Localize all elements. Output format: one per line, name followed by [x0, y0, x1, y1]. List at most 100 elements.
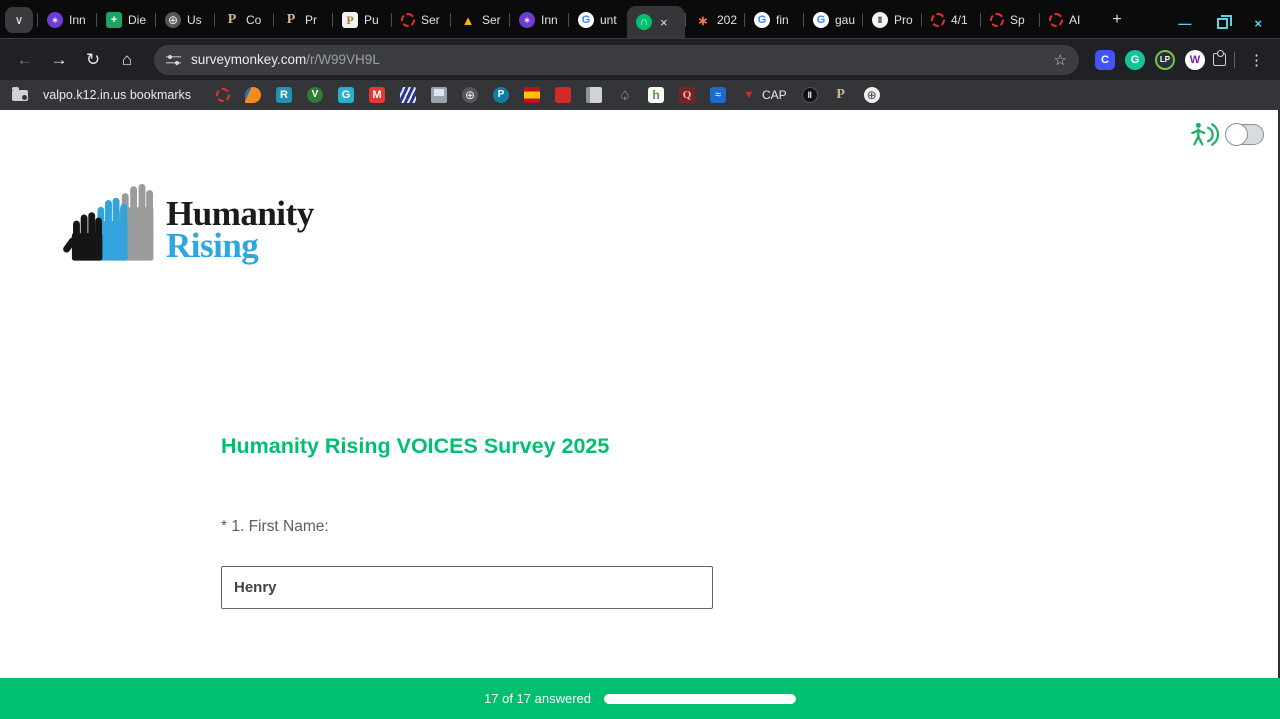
browser-tab[interactable]: G fin — [744, 7, 803, 33]
browser-tab[interactable]: ∗ 202 — [685, 7, 744, 33]
tab-favicon: ∗ — [519, 12, 535, 28]
browser-tab[interactable]: + Die — [96, 7, 155, 33]
browser-tab[interactable]: ▲ Ser — [450, 7, 509, 33]
tab-favicon: ∗ — [47, 12, 63, 28]
tab-favicon: + — [106, 12, 122, 28]
accessibility-toggle[interactable] — [1225, 122, 1264, 146]
tab-title: Us — [187, 13, 202, 27]
bookmark-item[interactable] — [524, 87, 540, 103]
extensions-puzzle-icon[interactable] — [1213, 50, 1226, 66]
accessibility-person-icon — [1191, 122, 1219, 146]
bookmark-item[interactable]: ≈ — [710, 87, 726, 103]
tab-favicon — [1049, 13, 1063, 27]
bookmark-favicon — [524, 87, 540, 103]
bookmark-item[interactable]: Q — [679, 87, 695, 103]
browser-tab[interactable]: 4/1 — [921, 7, 980, 33]
bookmark-item[interactable] — [586, 87, 602, 103]
bookmark-item[interactable]: ▼ CAP — [741, 87, 787, 103]
tab-search-button[interactable]: ∨ — [5, 7, 33, 33]
browser-tab[interactable]: P Pr — [273, 7, 332, 33]
bookmark-favicon: ♤ — [619, 87, 631, 103]
browser-tab[interactable]: G unt — [568, 7, 627, 33]
question-label: * 1. First Name: — [221, 518, 329, 535]
bookmark-favicon: ≈ — [710, 87, 726, 103]
minimize-window-icon[interactable]: — — [1178, 17, 1191, 30]
toggle-knob[interactable] — [1225, 122, 1248, 146]
bookmark-item[interactable] — [400, 87, 416, 103]
bookmark-item[interactable]: ♤ — [617, 87, 633, 103]
site-settings-icon[interactable] — [166, 52, 181, 67]
bookmarks-bar: valpo.k12.in.us bookmarks R V G M ⊕ P ♤ … — [0, 80, 1280, 110]
forward-icon[interactable]: → — [44, 45, 74, 75]
browser-tab[interactable]: Ser — [391, 7, 450, 33]
browser-tab[interactable]: AI — [1039, 7, 1098, 33]
surveymonkey-favicon: ∩ — [636, 14, 652, 30]
bookmark-item[interactable]: G — [338, 87, 354, 103]
tab-title: Pr — [305, 13, 317, 27]
bookmark-label: CAP — [762, 88, 787, 102]
bookmark-item[interactable]: P — [493, 87, 509, 103]
bookmark-item[interactable]: h — [648, 87, 664, 103]
browser-tab[interactable]: Sp — [980, 7, 1039, 33]
tabs-after-active: ∗ 202 G fin G gau ‖ Pro 4/1 Sp AI — [685, 0, 1098, 38]
url-text[interactable]: surveymonkey.com/r/W99VH9L — [191, 52, 380, 67]
managed-bookmarks-label[interactable]: valpo.k12.in.us bookmarks — [43, 88, 191, 102]
browser-tab[interactable]: P Pu — [332, 7, 391, 33]
bookmark-item[interactable]: ‖ — [801, 87, 818, 103]
home-icon[interactable]: ⌂ — [112, 45, 142, 75]
tab-favicon: ‖ — [872, 12, 888, 28]
bookmark-favicon: R — [276, 87, 292, 103]
tab-title: Ser — [482, 13, 501, 27]
bookmark-item[interactable]: M — [369, 87, 385, 103]
close-tab-icon[interactable]: × — [660, 16, 668, 29]
tab-favicon: ⊕ — [165, 12, 181, 28]
browser-tab[interactable]: P Co — [214, 7, 273, 33]
managed-bookmarks-folder-icon[interactable] — [12, 86, 28, 101]
back-icon[interactable]: ← — [10, 45, 40, 75]
tabs-before-active: ∗ Inn + Die ⊕ Us P Co P Pr P Pu Ser ▲ Se… — [37, 0, 627, 38]
browser-tab[interactable]: ‖ Pro — [862, 7, 921, 33]
bookmark-item[interactable] — [216, 88, 230, 102]
bookmark-favicon — [431, 87, 447, 103]
extension-icon[interactable]: G — [1125, 49, 1145, 70]
url-host: surveymonkey.com — [191, 52, 307, 67]
first-name-input[interactable] — [221, 566, 713, 609]
bookmark-item[interactable]: P — [833, 87, 849, 103]
address-bar[interactable]: surveymonkey.com/r/W99VH9L ☆ — [154, 44, 1079, 75]
browser-tab[interactable]: ∗ Inn — [509, 7, 568, 33]
browser-tab[interactable]: ∗ Inn — [37, 7, 96, 33]
bookmark-item[interactable]: V — [307, 87, 323, 103]
tab-title: fin — [776, 13, 789, 27]
accessibility-widget — [1189, 121, 1264, 148]
tab-title: AI — [1069, 13, 1081, 27]
bookmark-item[interactable]: ⊕ — [863, 87, 880, 103]
extension-icon[interactable]: C — [1095, 49, 1115, 70]
bookmark-favicon — [245, 87, 261, 103]
browser-toolbar: ← → ↻ ⌂ surveymonkey.com/r/W99VH9L ☆ C G… — [0, 38, 1280, 80]
bookmark-favicon — [555, 87, 571, 103]
bookmark-item[interactable] — [431, 87, 447, 103]
restore-window-icon[interactable] — [1217, 15, 1233, 29]
bookmark-item[interactable] — [555, 87, 571, 103]
close-window-icon[interactable]: × — [1254, 17, 1262, 30]
browser-tab[interactable]: G gau — [803, 7, 862, 33]
bookmark-item[interactable] — [245, 87, 261, 103]
bookmark-star-icon[interactable]: ☆ — [1054, 51, 1067, 69]
browser-menu-icon[interactable]: ⋮ — [1243, 51, 1270, 69]
extension-icon[interactable]: LP — [1155, 49, 1175, 70]
bookmark-item[interactable]: R — [276, 87, 292, 103]
new-tab-button[interactable]: + — [1104, 7, 1130, 33]
browser-tab[interactable]: ⊕ Us — [155, 7, 214, 33]
raised-hands-icon — [63, 184, 154, 261]
tab-favicon: P — [342, 12, 358, 28]
tab-title: 4/1 — [951, 13, 968, 27]
bookmark-item[interactable]: ⊕ — [462, 87, 478, 103]
tab-favicon: ∗ — [697, 12, 709, 28]
survey-title: Humanity Rising VOICES Survey 2025 — [221, 434, 610, 458]
active-tab-surveymonkey[interactable]: ∩ × — [627, 6, 685, 38]
bookmark-favicon: h — [648, 87, 664, 103]
tab-title: Co — [246, 13, 262, 27]
answered-status: 17 of 17 answered — [484, 691, 591, 706]
extension-icon[interactable]: W — [1185, 49, 1205, 70]
reload-icon[interactable]: ↻ — [78, 45, 108, 75]
